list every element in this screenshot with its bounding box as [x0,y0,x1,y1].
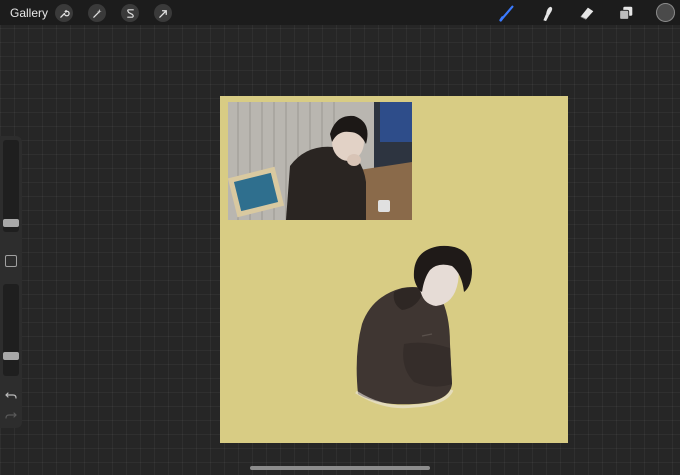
arrow-cursor-icon[interactable] [154,4,172,22]
gallery-button[interactable]: Gallery [10,6,48,20]
painted-figure [354,244,484,414]
top-toolbar: Gallery [0,0,680,25]
opacity-handle[interactable] [3,352,19,360]
redo-icon[interactable] [4,408,18,422]
brush-icon[interactable] [497,4,517,22]
layers-icon[interactable] [616,4,636,22]
magic-wand-icon[interactable] [88,4,106,22]
left-sidebar [0,136,22,428]
undo-icon[interactable] [4,388,18,402]
brush-size-handle[interactable] [3,219,19,227]
opacity-slider[interactable] [3,284,19,376]
wrench-icon[interactable] [55,4,73,22]
reference-photo [228,102,412,220]
square-modify-icon[interactable] [5,255,17,267]
eraser-icon[interactable] [577,4,597,22]
smudge-icon[interactable] [537,4,557,22]
color-swatch[interactable] [656,3,675,22]
selection-s-icon[interactable] [121,4,139,22]
drawing-canvas[interactable] [220,96,568,443]
home-indicator[interactable] [250,466,430,470]
